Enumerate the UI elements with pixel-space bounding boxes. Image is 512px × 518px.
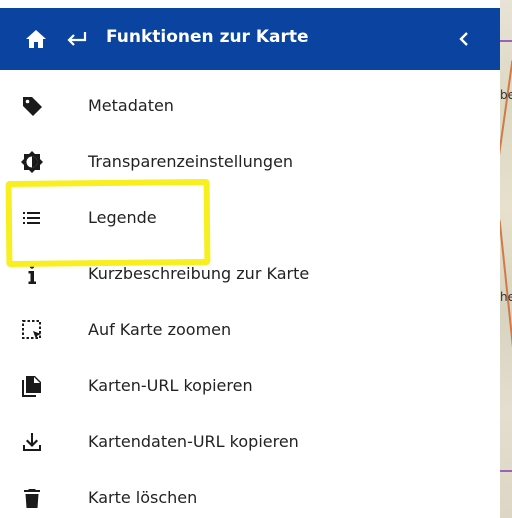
menu-item-metadaten[interactable]: Metadaten <box>0 78 500 134</box>
menu-item-label: Kartendaten-URL kopieren <box>88 432 299 451</box>
zoom-extent-icon <box>20 318 44 342</box>
menu-item-transparenz[interactable]: Transparenzeinstellungen <box>0 134 500 190</box>
menu-item-legende[interactable]: Legende <box>0 190 500 246</box>
map-border <box>500 470 512 472</box>
menu-item-kartendaten-url[interactable]: Kartendaten-URL kopieren <box>0 414 500 470</box>
menu-item-label: Kurzbeschreibung zur Karte <box>88 264 310 283</box>
menu-item-label: Karten-URL kopieren <box>88 376 253 395</box>
map-functions-menu: Metadaten Transparenzeinstellungen Legen… <box>0 78 500 518</box>
panel-header: Funktionen zur Karte <box>0 8 500 70</box>
panel-title: Funktionen zur Karte <box>106 27 309 47</box>
home-icon[interactable] <box>25 29 47 49</box>
map-road <box>500 60 512 180</box>
top-spacer <box>0 0 500 8</box>
menu-item-karte-loeschen[interactable]: Karte löschen <box>0 470 500 518</box>
menu-item-label: Legende <box>88 208 157 227</box>
download-icon <box>20 430 44 454</box>
menu-item-label: Karte löschen <box>88 488 198 507</box>
menu-item-label: Auf Karte zoomen <box>88 320 232 339</box>
map-background[interactable]: be he <box>500 0 512 518</box>
contrast-icon <box>20 150 44 174</box>
list-icon <box>20 206 44 230</box>
arrow-back-icon[interactable] <box>64 29 88 49</box>
menu-item-auf-karte-zoomen[interactable]: Auf Karte zoomen <box>0 302 500 358</box>
menu-item-karten-url[interactable]: Karten-URL kopieren <box>0 358 500 414</box>
menu-item-label: Metadaten <box>88 96 174 115</box>
menu-item-kurzbeschreibung[interactable]: Kurzbeschreibung zur Karte <box>0 246 500 302</box>
info-icon <box>20 262 44 286</box>
map-border <box>500 40 512 42</box>
map-label: be <box>500 88 512 102</box>
chevron-left-icon[interactable] <box>455 30 473 48</box>
tag-icon <box>20 94 44 118</box>
menu-item-label: Transparenzeinstellungen <box>88 152 294 171</box>
copy-icon <box>20 374 44 398</box>
map-label: he <box>500 290 512 304</box>
trash-icon <box>20 486 44 510</box>
